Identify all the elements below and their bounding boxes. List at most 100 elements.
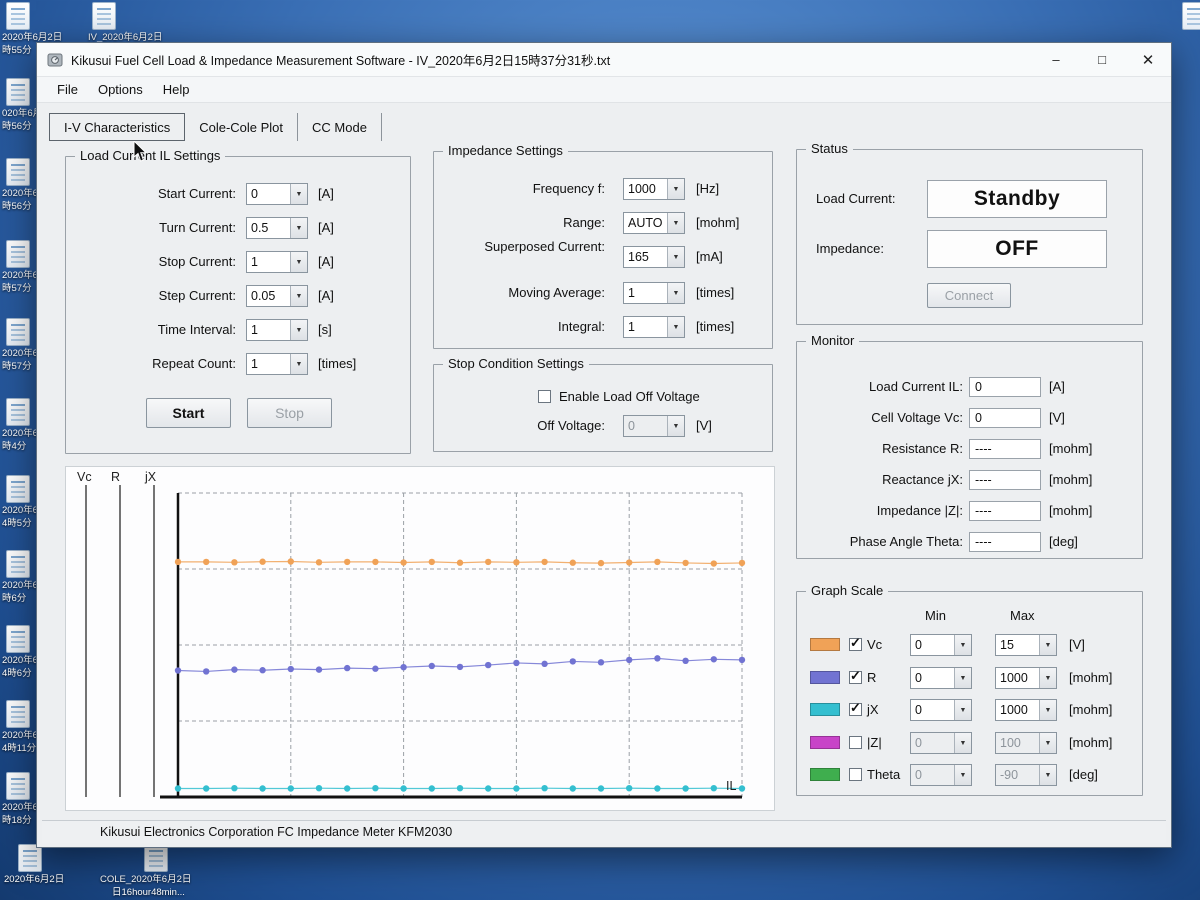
- start-current-value: 0: [247, 184, 290, 204]
- repeat-count-select[interactable]: 1▼: [246, 353, 308, 375]
- connect-button[interactable]: Connect: [927, 283, 1011, 308]
- start-button[interactable]: Start: [146, 398, 231, 428]
- vc-min-select[interactable]: 0▼: [910, 634, 972, 656]
- off-voltage-select[interactable]: 0▼: [623, 415, 685, 437]
- stop-current-select[interactable]: 1▼: [246, 251, 308, 273]
- z-label: |Z|: [867, 732, 882, 754]
- app-window: Kikusui Fuel Cell Load & Impedance Measu…: [36, 42, 1172, 848]
- z-min-select[interactable]: 0▼: [910, 732, 972, 754]
- desktop-icon[interactable]: IV_2020年6月2日: [88, 2, 172, 43]
- desktop-icon-label: 2020年6月2日: [4, 874, 98, 885]
- chevron-down-icon: ▼: [954, 733, 971, 753]
- menu-file[interactable]: File: [47, 82, 88, 97]
- superposed-current-label: Superposed Current:: [444, 239, 605, 269]
- enable-load-off-voltage-label: Enable Load Off Voltage: [559, 386, 700, 408]
- theta-unit: [deg]: [1069, 764, 1098, 786]
- start-current-label: Start Current:: [76, 183, 236, 205]
- file-icon: [92, 2, 116, 30]
- monitor-impedance-unit: [mohm]: [1049, 500, 1092, 522]
- r-checkbox[interactable]: [849, 671, 862, 684]
- maximize-icon[interactable]: □: [1079, 43, 1125, 76]
- theta-max-select[interactable]: -90▼: [995, 764, 1057, 786]
- step-current-value: 0.05: [247, 286, 290, 306]
- desktop-icon[interactable]: [1178, 2, 1200, 30]
- mouse-cursor: [133, 141, 148, 163]
- vc-checkbox[interactable]: [849, 638, 862, 651]
- turn-current-unit: [A]: [318, 217, 334, 239]
- tab-cc-mode[interactable]: CC Mode: [298, 113, 382, 141]
- window-title: Kikusui Fuel Cell Load & Impedance Measu…: [71, 50, 610, 69]
- monitor-impedance-value: ----: [969, 501, 1041, 521]
- menu-help[interactable]: Help: [153, 82, 200, 97]
- theta-checkbox[interactable]: [849, 768, 862, 781]
- jx-min-value: 0: [911, 700, 954, 720]
- z-max-value: 100: [996, 733, 1039, 753]
- monitor-cell-voltage-label: Cell Voltage Vc:: [802, 407, 963, 429]
- r-min-select[interactable]: 0▼: [910, 667, 972, 689]
- tab-iv-characteristics[interactable]: I-V Characteristics: [49, 113, 185, 141]
- theta-min-select[interactable]: 0▼: [910, 764, 972, 786]
- desktop-icon[interactable]: 2020年6月2日: [14, 844, 98, 885]
- svg-text:Vc: Vc: [77, 470, 92, 484]
- chevron-down-icon: ▼: [1039, 765, 1056, 785]
- group-title: Status: [806, 141, 853, 156]
- file-icon: [6, 240, 30, 268]
- integral-label: Integral:: [444, 316, 605, 338]
- time-interval-select[interactable]: 1▼: [246, 319, 308, 341]
- off-voltage-label: Off Voltage:: [444, 415, 605, 437]
- integral-select[interactable]: 1▼: [623, 316, 685, 338]
- menu-options[interactable]: Options: [88, 82, 153, 97]
- vc-max-value: 15: [996, 635, 1039, 655]
- iv-characteristics-chart: VcRjXIL: [65, 466, 775, 811]
- monitor-resistance-value: ----: [969, 439, 1041, 459]
- chevron-down-icon: ▼: [667, 317, 684, 337]
- jx-max-select[interactable]: 1000▼: [995, 699, 1057, 721]
- jx-max-value: 1000: [996, 700, 1039, 720]
- monitor-load-current-label: Load Current IL:: [802, 376, 963, 398]
- group-title: Load Current IL Settings: [75, 148, 225, 163]
- desktop-icon[interactable]: COLE_2020年6月2日 日16hour48min...: [140, 844, 260, 898]
- enable-load-off-voltage-checkbox[interactable]: [538, 390, 551, 403]
- theta-min-value: 0: [911, 765, 954, 785]
- chevron-down-icon: ▼: [290, 252, 307, 272]
- superposed-current-select[interactable]: 165▼: [623, 246, 685, 268]
- chevron-down-icon: ▼: [667, 213, 684, 233]
- close-icon[interactable]: ✕: [1125, 43, 1171, 76]
- step-current-select[interactable]: 0.05▼: [246, 285, 308, 307]
- frequency-select[interactable]: 1000▼: [623, 178, 685, 200]
- repeat-count-label: Repeat Count:: [76, 353, 236, 375]
- vc-max-select[interactable]: 15▼: [995, 634, 1057, 656]
- jx-label: jX: [867, 699, 879, 721]
- minimize-icon[interactable]: –: [1033, 43, 1079, 76]
- vc-label: Vc: [867, 634, 882, 656]
- step-current-label: Step Current:: [76, 285, 236, 307]
- z-unit: [mohm]: [1069, 732, 1112, 754]
- monitor-group: Monitor Load Current IL: 0 [A] Cell Volt…: [796, 341, 1143, 559]
- frequency-label: Frequency f:: [444, 178, 605, 200]
- z-checkbox[interactable]: [849, 736, 862, 749]
- monitor-cell-voltage-unit: [V]: [1049, 407, 1065, 429]
- range-label: Range:: [444, 212, 605, 234]
- start-current-select[interactable]: 0▼: [246, 183, 308, 205]
- title-bar: Kikusui Fuel Cell Load & Impedance Measu…: [37, 43, 1171, 77]
- stop-button[interactable]: Stop: [247, 398, 332, 428]
- range-unit: [mohm]: [696, 212, 739, 234]
- vc-unit: [V]: [1069, 634, 1085, 656]
- chevron-down-icon: ▼: [1039, 733, 1056, 753]
- chevron-down-icon: ▼: [954, 700, 971, 720]
- impedance-status-label: Impedance:: [816, 238, 884, 260]
- r-max-select[interactable]: 1000▼: [995, 667, 1057, 689]
- jx-checkbox[interactable]: [849, 703, 862, 716]
- turn-current-select[interactable]: 0.5▼: [246, 217, 308, 239]
- chevron-down-icon: ▼: [290, 320, 307, 340]
- z-max-select[interactable]: 100▼: [995, 732, 1057, 754]
- moving-average-select[interactable]: 1▼: [623, 282, 685, 304]
- tab-cole-cole-plot[interactable]: Cole-Cole Plot: [185, 113, 298, 141]
- chevron-down-icon: ▼: [290, 354, 307, 374]
- chevron-down-icon: ▼: [954, 765, 971, 785]
- group-title: Monitor: [806, 333, 859, 348]
- jx-min-select[interactable]: 0▼: [910, 699, 972, 721]
- file-icon: [1182, 2, 1200, 30]
- group-title: Impedance Settings: [443, 143, 568, 158]
- range-select[interactable]: AUTO▼: [623, 212, 685, 234]
